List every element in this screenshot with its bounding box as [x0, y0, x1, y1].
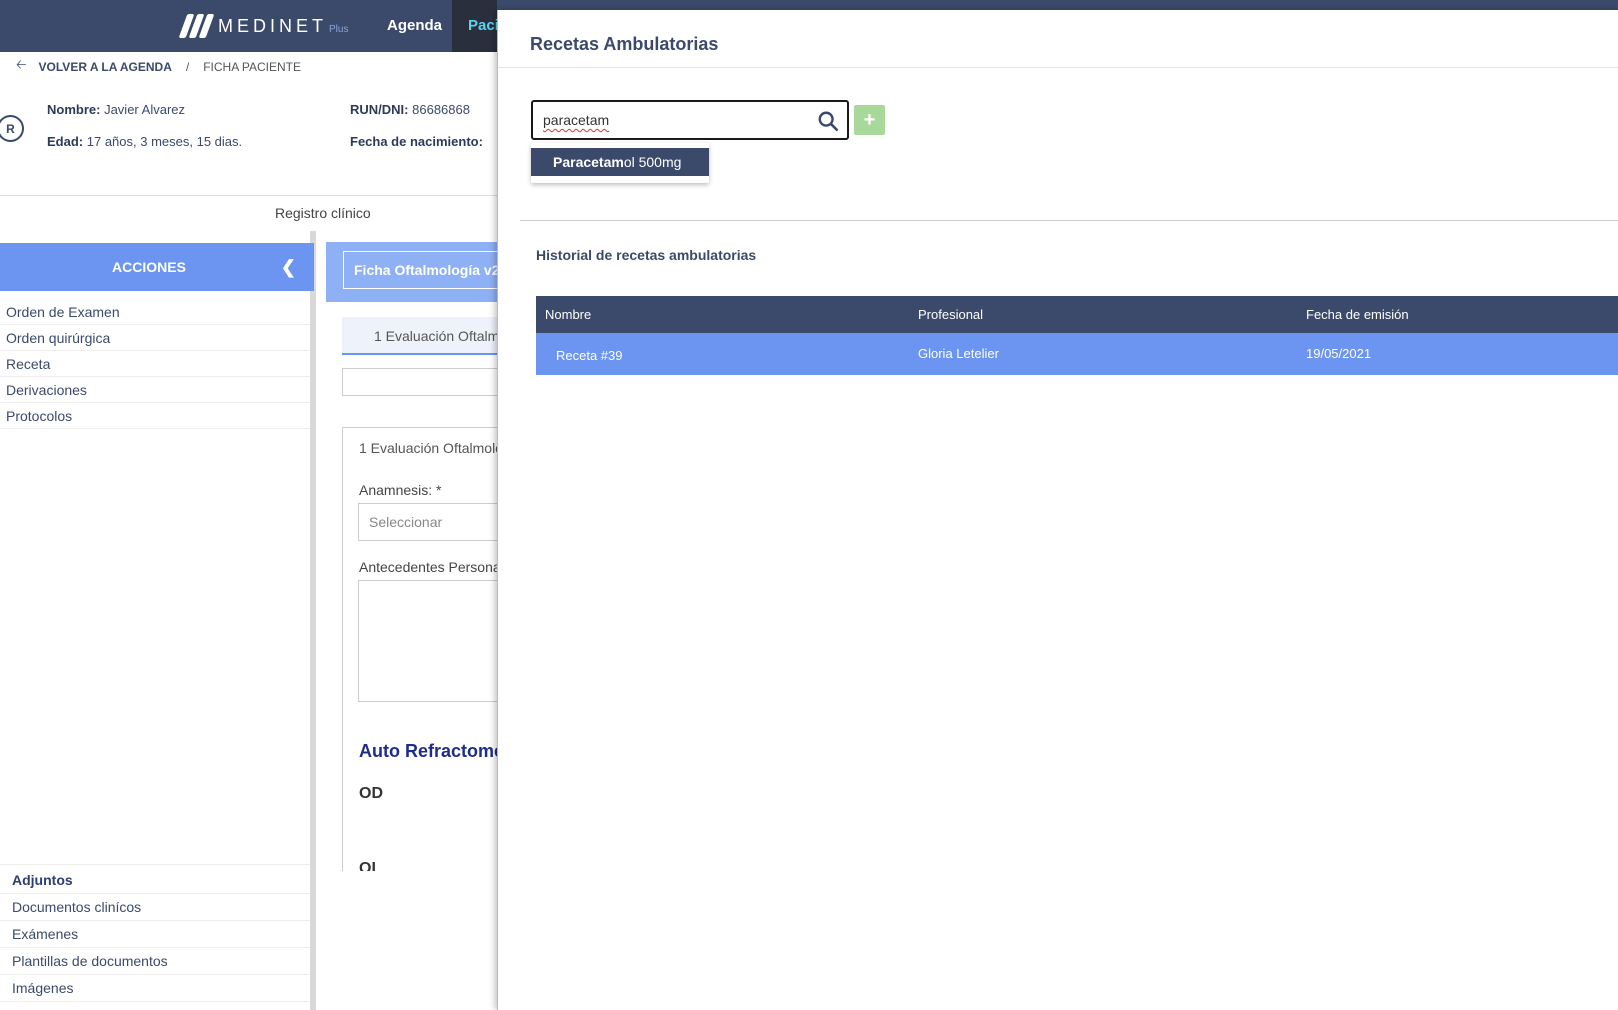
evaluation-title: 1 Evaluación Oftalmológica	[359, 440, 500, 456]
anamnesis-label: Anamnesis: *	[359, 482, 442, 498]
modal-header-divider	[498, 67, 1618, 68]
table-header: Nombre Profesional Fecha de emisión	[536, 296, 1618, 333]
suggestion-rest: ol 500mg	[623, 154, 682, 170]
sidebar-item-examenes[interactable]: Exámenes	[0, 921, 310, 948]
patient-dob-label: Fecha de nacimiento:	[350, 134, 483, 149]
patient-header: R Nombre: Javier Alvarez Edad: 17 años, …	[0, 82, 500, 196]
eval-input[interactable]	[342, 368, 500, 396]
tab-registro-clinico[interactable]: Registro clínico	[0, 196, 500, 230]
logo-text: MEDINET	[218, 15, 327, 36]
column-profesional[interactable]: Profesional	[918, 307, 983, 322]
arrow-left-icon[interactable]: 🡠	[16, 56, 27, 78]
tab-registro-clinico-label: Registro clínico	[275, 205, 371, 221]
adjuntos-title: Adjuntos	[0, 864, 310, 894]
search-value[interactable]: paracetam	[543, 112, 609, 128]
tab-evaluacion-oftalmologica[interactable]: 1 Evaluación Oftalmológica	[342, 317, 500, 355]
auto-refractometria-title: Auto Refractometría	[359, 741, 500, 761]
suggestion-item[interactable]: Paracetamol 500mg	[531, 148, 709, 176]
od-label: OD	[359, 785, 383, 802]
chevron-left-icon[interactable]: ❮	[281, 257, 296, 278]
patient-name-value: Javier Alvarez	[104, 102, 185, 117]
column-nombre[interactable]: Nombre	[545, 307, 591, 322]
history-title: Historial de recetas ambulatorias	[536, 247, 757, 263]
main-bottom-area	[316, 871, 500, 1010]
patient-run-value: 86686868	[412, 102, 470, 117]
table-row[interactable]: Receta #39 Gloria Letelier 19/05/2021	[536, 333, 1618, 375]
patient-name-label: Nombre:	[47, 102, 101, 117]
logo-mark-icon	[178, 14, 215, 38]
add-medication-button[interactable]: +	[854, 105, 885, 135]
sidebar: ACCIONES ❮ Orden de Examen Orden quirúrg…	[0, 231, 316, 1010]
evaluation-form: 1 Evaluación Oftalmológica Anamnesis: * …	[342, 427, 500, 927]
antecedentes-label: Antecedentes Personales	[359, 559, 500, 575]
sidebar-item-derivaciones[interactable]: Derivaciones	[0, 377, 310, 403]
main-content: Ficha Oftalmología v2 1 Evaluación Oftal…	[316, 231, 500, 1010]
modal-title: Recetas Ambulatorias	[530, 34, 719, 54]
avatar: R	[0, 115, 24, 142]
history-table: Nombre Profesional Fecha de emisión Rece…	[536, 296, 1618, 375]
patient-dob: Fecha de nacimiento:	[350, 134, 483, 149]
patient-age: Edad: 17 años, 3 meses, 15 dias.	[47, 134, 242, 149]
anamnesis-select[interactable]: Seleccionar	[358, 503, 500, 541]
ficha-oftalmologia-button[interactable]: Ficha Oftalmología v2	[343, 251, 500, 289]
suggestion-match: Paracetam	[553, 154, 624, 170]
sidebar-panel: ACCIONES ❮ Orden de Examen Orden quirúrg…	[0, 231, 314, 1010]
recetas-modal: Recetas Ambulatorias paracetam + Paracet…	[497, 10, 1618, 1010]
antecedentes-textarea[interactable]	[358, 580, 500, 702]
sidebar-item-documentos-clinicos[interactable]: Documentos clinícos	[0, 894, 310, 921]
acciones-menu: Orden de Examen Orden quirúrgica Receta …	[0, 299, 310, 429]
modal-top-strip	[497, 0, 1618, 10]
patient-name: Nombre: Javier Alvarez	[47, 102, 185, 117]
search-suggestions: Paracetamol 500mg	[531, 143, 709, 183]
row-profesional: Gloria Letelier	[918, 346, 999, 361]
column-fecha-emision[interactable]: Fecha de emisión	[1306, 307, 1409, 322]
nav-agenda[interactable]: Agenda	[387, 17, 442, 34]
sidebar-item-plantillas[interactable]: Plantillas de documentos	[0, 948, 310, 975]
breadcrumb-current: FICHA PACIENTE	[203, 60, 302, 74]
patient-age-value: 17 años, 3 meses, 15 dias.	[86, 134, 243, 149]
sidebar-item-orden-quirurgica[interactable]: Orden quirúrgica	[0, 325, 310, 351]
acciones-header[interactable]: ACCIONES ❮	[0, 243, 314, 291]
patient-age-label: Edad:	[47, 134, 84, 149]
patient-run: RUN/DNI: 86686868	[350, 102, 470, 117]
search-icon[interactable]	[817, 110, 839, 132]
ficha-header: Ficha Oftalmología v2	[326, 242, 500, 302]
logo-plus: Plus	[329, 23, 349, 35]
modal-divider	[520, 220, 1618, 221]
acciones-label: ACCIONES	[112, 259, 186, 275]
sidebar-item-imagenes[interactable]: Imágenes	[0, 975, 310, 1002]
patient-run-label: RUN/DNI:	[350, 102, 409, 117]
sidebar-item-receta[interactable]: Receta	[0, 351, 310, 377]
breadcrumb-separator: /	[185, 60, 190, 74]
back-to-agenda-link[interactable]: VOLVER A LA AGENDA	[39, 60, 172, 74]
medication-search-input[interactable]: paracetam	[531, 100, 849, 140]
medinet-logo[interactable]: MEDINET Plus	[178, 12, 349, 40]
row-fecha: 19/05/2021	[1306, 346, 1372, 361]
adjuntos-section: Adjuntos Documentos clinícos Exámenes Pl…	[0, 864, 310, 1002]
sidebar-item-protocolos[interactable]: Protocolos	[0, 403, 310, 429]
row-nombre[interactable]: Receta #39	[556, 348, 623, 363]
breadcrumb: 🡠 VOLVER A LA AGENDA / FICHA PACIENTE	[0, 52, 500, 82]
sidebar-item-orden-examen[interactable]: Orden de Examen	[0, 299, 310, 325]
